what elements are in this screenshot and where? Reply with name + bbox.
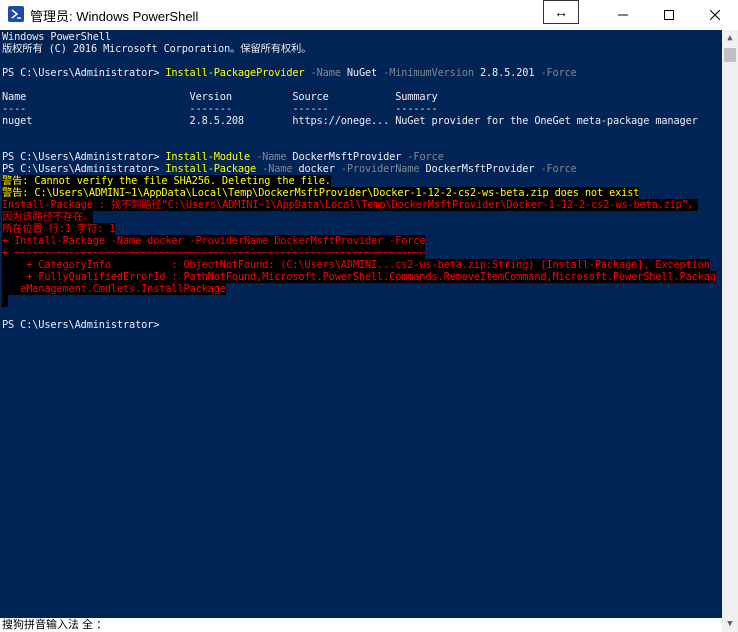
powershell-window: 管理员: Windows PowerShell ↔ 搜狗拼音输入法 全 ： Wi… <box>0 0 738 632</box>
console-text: PS C:\Users\Administrator> <box>2 319 160 331</box>
console-line: 版权所有 (C) 2016 Microsoft Corporation。保留所有… <box>2 43 311 55</box>
console-text: + FullyQualifiedErrorId : PathNotFound,M… <box>2 271 716 283</box>
console-text: DockerMsftProvider <box>425 163 535 175</box>
console-text: 警告: C:\Users\ADMINI~1\AppData\Local\Temp… <box>2 187 640 199</box>
console-text: Windows PowerShell <box>2 31 111 43</box>
minimize-icon <box>618 14 628 16</box>
console-text: -Force <box>534 163 577 175</box>
console-text <box>2 295 9 307</box>
console-text: -Name <box>250 151 293 163</box>
console-line: PS C:\Users\Administrator> Install-Packa… <box>2 67 577 79</box>
console-text: PS C:\Users\Administrator> <box>2 151 166 163</box>
console-text: 警告: Cannot verify the file SHA256. Delet… <box>2 175 331 187</box>
window-controls <box>600 0 738 30</box>
vertical-scrollbar[interactable]: ▲ ▼ <box>722 30 738 632</box>
console-line: PS C:\Users\Administrator> <box>2 319 159 331</box>
console-text: 2.8.5.201 <box>479 67 535 79</box>
resize-arrows-icon[interactable]: ↔ <box>543 0 579 24</box>
console-text: Name Version Source Summary <box>2 91 438 103</box>
maximize-icon <box>664 10 674 20</box>
console-text: -MinimumVersion <box>377 67 480 79</box>
console-text: PS C:\Users\Administrator> <box>2 67 166 79</box>
close-icon <box>710 10 720 20</box>
console-text: ---- ------- ------ ------- <box>2 103 438 115</box>
console-text: -Name <box>256 163 299 175</box>
console-line: + CategoryInfo : ObjectNotFound: (C:\Use… <box>2 259 710 271</box>
console-line: Install-Package : 找不到路径“C:\Users\ADMINI~… <box>2 199 698 211</box>
console-text: Install-PackageProvider <box>165 67 305 79</box>
console-line: nuget 2.8.5.208 https://onege... NuGet p… <box>2 115 698 127</box>
scroll-up-icon[interactable]: ▲ <box>722 30 738 46</box>
window-title: 管理员: Windows PowerShell <box>30 9 199 24</box>
console-text: 因为该路径不存在。 <box>2 211 94 223</box>
console-text: -Force <box>401 151 444 163</box>
console-text: Install-Package <box>165 163 257 175</box>
console-text: 所在位置 行:1 字符: 1 <box>2 223 116 235</box>
console-line: + Install-Package -Name docker -Provider… <box>2 235 426 247</box>
console-line: Name Version Source Summary <box>2 91 438 103</box>
console-text: Install-Module <box>165 151 251 163</box>
console-text: 版权所有 (C) 2016 Microsoft Corporation。保留所有… <box>2 43 312 55</box>
console-text: + Install-Package -Name docker -Provider… <box>2 235 426 247</box>
console-text: -ProviderName <box>334 163 426 175</box>
console-text: -Name <box>304 67 347 79</box>
console-text: eManagement.Cmdlets.InstallPackage <box>2 283 226 295</box>
console-line: 因为该路径不存在。 <box>2 211 93 223</box>
console-text: + ~~~~~~~~~~~~~~~~~~~~~~~~~~~~~~~~~~~~~~… <box>2 247 426 259</box>
console-text: Install-Package : 找不到路径“C:\Users\ADMINI~… <box>2 199 699 211</box>
console-line: + FullyQualifiedErrorId : PathNotFound,M… <box>2 271 716 283</box>
console-line: 所在位置 行:1 字符: 1 <box>2 223 116 235</box>
console-line: + ~~~~~~~~~~~~~~~~~~~~~~~~~~~~~~~~~~~~~~… <box>2 247 426 259</box>
console-text: docker <box>298 163 335 175</box>
scroll-down-icon[interactable]: ▼ <box>722 616 738 632</box>
console-text: PS C:\Users\Administrator> <box>2 163 166 175</box>
console-line: 警告: Cannot verify the file SHA256. Delet… <box>2 175 331 187</box>
console-line: PS C:\Users\Administrator> Install-Modul… <box>2 151 444 163</box>
console-line: 警告: C:\Users\ADMINI~1\AppData\Local\Temp… <box>2 187 639 199</box>
console-line: Windows PowerShell <box>2 31 111 43</box>
minimize-button[interactable] <box>600 0 646 30</box>
scrollbar-thumb[interactable] <box>724 48 736 62</box>
console-output[interactable]: 搜狗拼音输入法 全 ： Windows PowerShell 版权所有 (C) 2… <box>0 30 722 632</box>
console-line: ---- ------- ------ ------- <box>2 103 438 115</box>
console-line <box>2 295 9 307</box>
console-text: DockerMsftProvider <box>292 151 402 163</box>
console-line: PS C:\Users\Administrator> Install-Packa… <box>2 163 577 175</box>
title-bar[interactable]: 管理员: Windows PowerShell ↔ <box>0 0 738 30</box>
powershell-icon[interactable] <box>8 6 24 22</box>
maximize-button[interactable] <box>646 0 692 30</box>
ime-status-bar: 搜狗拼音输入法 全 ： <box>0 618 722 632</box>
console-text: -Force <box>534 67 577 79</box>
console-line: eManagement.Cmdlets.InstallPackage <box>2 283 226 295</box>
console-text: NuGet <box>346 67 378 79</box>
console-text: nuget 2.8.5.208 https://onege... NuGet p… <box>2 115 698 127</box>
console-text: + CategoryInfo : ObjectNotFound: (C:\Use… <box>2 259 710 271</box>
close-button[interactable] <box>692 0 738 30</box>
